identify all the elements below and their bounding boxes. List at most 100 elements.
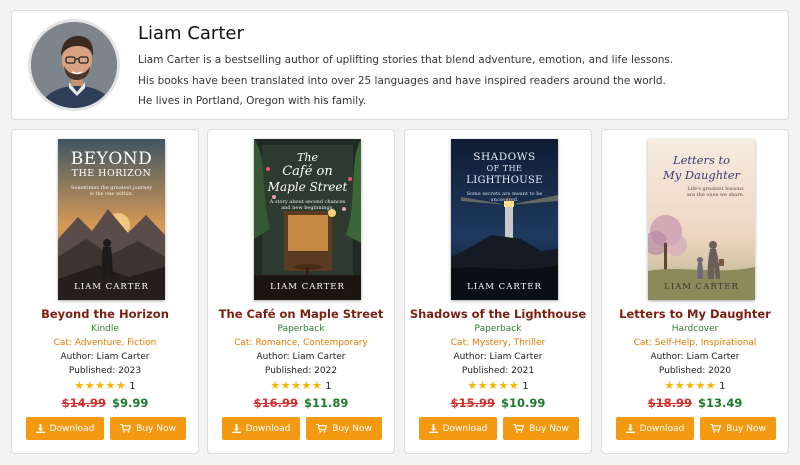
- book-published: Published: 2020: [658, 366, 732, 376]
- author-bio-line: His books have been translated into over…: [138, 75, 666, 87]
- cover-tagline: Some secrets are meant to be uncovered.: [466, 191, 543, 203]
- original-price: $16.99: [253, 396, 298, 410]
- cart-icon: [513, 424, 525, 433]
- book-cover[interactable]: The Café on Maple Street A story about s…: [254, 139, 361, 300]
- rating-count: 1: [129, 381, 136, 392]
- cover-title: The: [297, 151, 318, 164]
- sale-price: $11.89: [304, 396, 349, 410]
- book-price: $15.99 $10.99: [405, 396, 591, 410]
- original-price: $18.99: [647, 396, 692, 410]
- cover-author: LIAM CARTER: [270, 282, 345, 292]
- sale-price: $10.99: [501, 396, 546, 410]
- buy-now-label: Buy Now: [332, 423, 372, 434]
- download-label: Download: [49, 423, 95, 434]
- download-button[interactable]: Download: [222, 417, 300, 440]
- star-rating-icon: ★★★★★: [467, 379, 520, 392]
- book-title[interactable]: Letters to My Daughter: [602, 307, 788, 321]
- author-name: Liam Carter: [138, 23, 244, 44]
- book-author: Author: Liam Carter: [60, 352, 150, 362]
- download-icon: [625, 424, 635, 433]
- buy-now-label: Buy Now: [136, 423, 176, 434]
- cart-icon: [710, 424, 722, 433]
- book-rating: ★★★★★ 1: [208, 379, 394, 392]
- cover-title: Maple Street: [267, 180, 348, 194]
- rating-count: 1: [719, 381, 726, 392]
- book-format: Paperback: [277, 324, 325, 334]
- book-format: Hardcover: [671, 324, 719, 334]
- star-rating-icon: ★★★★★: [270, 379, 323, 392]
- cover-author: LIAM CARTER: [74, 282, 149, 292]
- star-rating-icon: ★★★★★: [664, 379, 717, 392]
- download-label: Download: [442, 423, 488, 434]
- book-author: Author: Liam Carter: [650, 352, 740, 362]
- book-card: SHADOWS OF THE LIGHTHOUSE Some secrets a…: [404, 129, 592, 454]
- cover-title: LIGHTHOUSE: [466, 175, 543, 186]
- buy-now-label: Buy Now: [529, 423, 569, 434]
- cover-author: LIAM CARTER: [664, 282, 739, 292]
- cover-tagline: Sometimes the greatest journey is the on…: [70, 185, 153, 197]
- book-cover[interactable]: SHADOWS OF THE LIGHTHOUSE Some secrets a…: [451, 139, 558, 300]
- book-format: Paperback: [474, 324, 522, 334]
- buy-now-button[interactable]: Buy Now: [503, 417, 579, 440]
- download-button[interactable]: Download: [419, 417, 497, 440]
- download-icon: [428, 424, 438, 433]
- cover-title: Letters to: [672, 153, 731, 167]
- download-label: Download: [245, 423, 291, 434]
- book-card: The Café on Maple Street A story about s…: [207, 129, 395, 454]
- original-price: $15.99: [450, 396, 495, 410]
- book-categories: Cat: Adventure, Fiction: [53, 338, 157, 348]
- buy-now-label: Buy Now: [726, 423, 766, 434]
- book-categories: Cat: Mystery, Thriller: [450, 338, 546, 348]
- book-price: $16.99 $11.89: [208, 396, 394, 410]
- book-published: Published: 2021: [461, 366, 535, 376]
- book-title[interactable]: Shadows of the Lighthouse: [405, 307, 591, 321]
- original-price: $14.99: [61, 396, 106, 410]
- cover-title: OF THE: [486, 164, 523, 173]
- book-author: Author: Liam Carter: [256, 352, 346, 362]
- download-icon: [231, 424, 241, 433]
- cover-title: SHADOWS: [473, 151, 536, 163]
- buy-now-button[interactable]: Buy Now: [306, 417, 382, 440]
- cover-tagline: Life's greatest lessons are the ones we …: [686, 186, 745, 198]
- download-icon: [35, 424, 45, 433]
- book-price: $18.99 $13.49: [602, 396, 788, 410]
- download-button[interactable]: Download: [616, 417, 694, 440]
- book-card: Letters to My Daughter Life's greatest l…: [601, 129, 789, 454]
- book-cover[interactable]: BEYOND THE HORIZON Sometimes the greates…: [58, 139, 165, 300]
- sale-price: $13.49: [698, 396, 743, 410]
- book-grid: BEYOND THE HORIZON Sometimes the greates…: [11, 129, 789, 454]
- book-categories: Cat: Self-Help, Inspirational: [633, 338, 757, 348]
- cover-title: Café on: [282, 164, 333, 179]
- book-published: Published: 2023: [68, 366, 142, 376]
- download-label: Download: [639, 423, 685, 434]
- book-author: Author: Liam Carter: [453, 352, 543, 362]
- book-categories: Cat: Romance, Contemporary: [234, 338, 368, 348]
- book-card: BEYOND THE HORIZON Sometimes the greates…: [11, 129, 199, 454]
- star-rating-icon: ★★★★★: [74, 379, 127, 392]
- person-icon: [31, 22, 117, 108]
- rating-count: 1: [325, 381, 332, 392]
- book-rating: ★★★★★ 1: [405, 379, 591, 392]
- book-rating: ★★★★★ 1: [12, 379, 198, 392]
- book-published: Published: 2022: [264, 366, 338, 376]
- cover-title: THE HORIZON: [71, 168, 152, 179]
- book-title[interactable]: Beyond the Horizon: [12, 307, 198, 321]
- cover-author: LIAM CARTER: [467, 282, 542, 292]
- buy-now-button[interactable]: Buy Now: [110, 417, 186, 440]
- download-button[interactable]: Download: [26, 417, 104, 440]
- book-rating: ★★★★★ 1: [602, 379, 788, 392]
- author-bio-line: Liam Carter is a bestselling author of u…: [138, 54, 674, 66]
- book-cover[interactable]: Letters to My Daughter Life's greatest l…: [648, 139, 755, 300]
- cover-tagline: A story about second chances and new beg…: [269, 199, 346, 211]
- book-price: $14.99 $9.99: [12, 396, 198, 410]
- sale-price: $9.99: [112, 396, 149, 410]
- book-format: Kindle: [91, 324, 119, 334]
- author-card: Liam Carter Liam Carter is a bestselling…: [11, 10, 789, 120]
- cover-title: My Daughter: [662, 168, 741, 182]
- cover-title: BEYOND: [70, 149, 153, 169]
- rating-count: 1: [522, 381, 529, 392]
- buy-now-button[interactable]: Buy Now: [700, 417, 776, 440]
- book-title[interactable]: The Café on Maple Street: [208, 307, 394, 321]
- cart-icon: [120, 424, 132, 433]
- cart-icon: [316, 424, 328, 433]
